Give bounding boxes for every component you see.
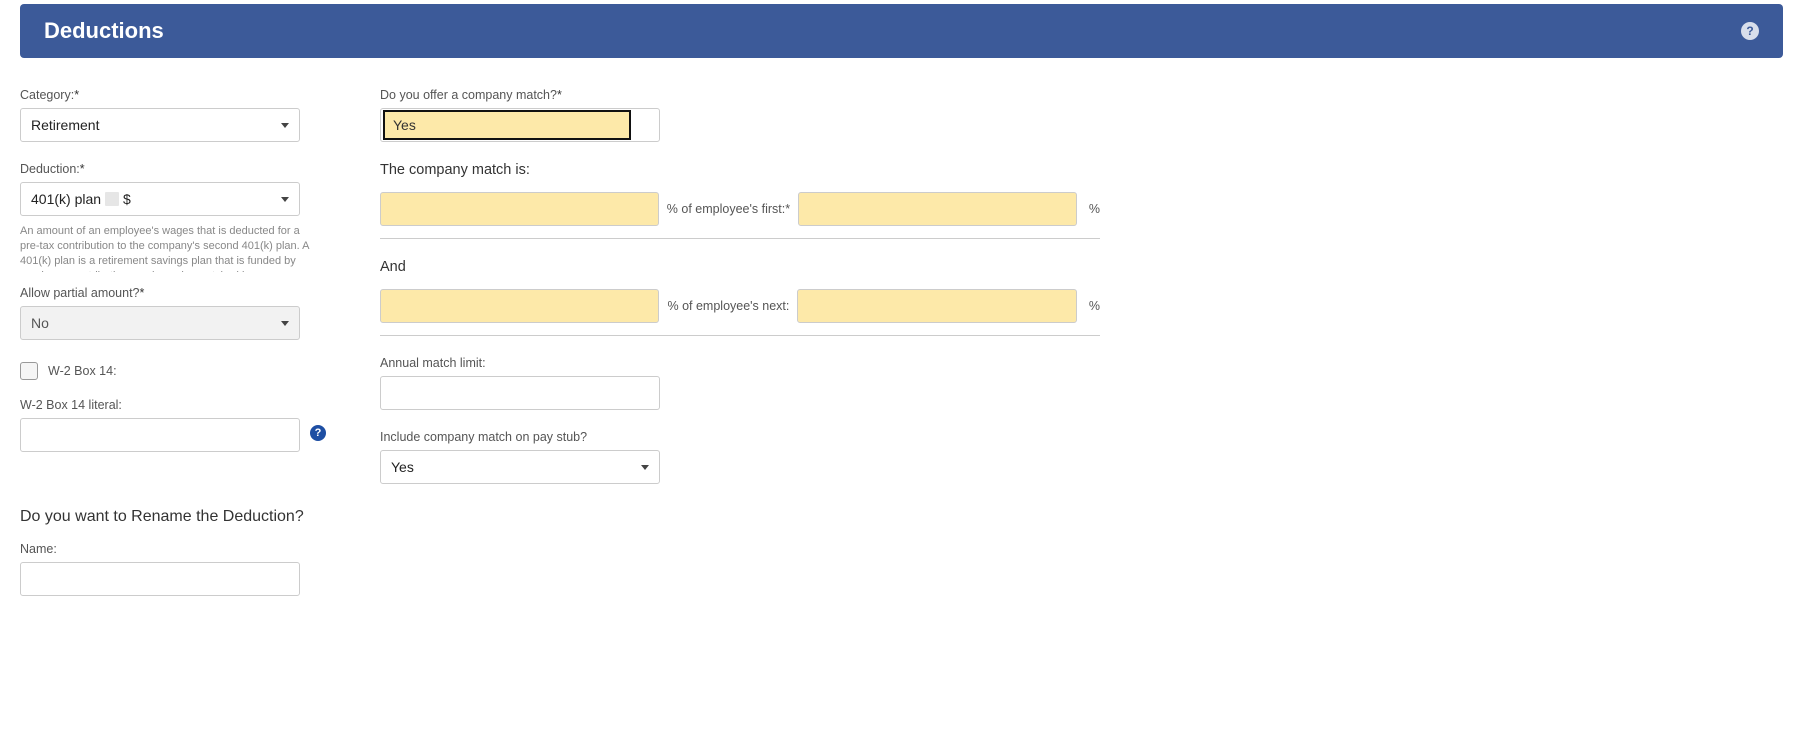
w2-box14-checkbox-label: W-2 Box 14:	[48, 364, 117, 378]
include-paystub-value: Yes	[391, 459, 414, 475]
chevron-down-icon	[641, 465, 649, 470]
and-label: And	[380, 259, 1100, 275]
deduction-dropdown-value: 401(k) plan $	[31, 191, 131, 207]
match-is-label: The company match is:	[380, 162, 1100, 178]
allow-partial-value: No	[31, 315, 49, 331]
chevron-down-icon	[281, 123, 289, 128]
match-row-first: % of employee's first:* %	[380, 192, 1100, 239]
offer-match-label: Do you offer a company match?*	[380, 88, 1100, 102]
w2-box14-literal-input[interactable]	[20, 418, 300, 452]
category-dropdown[interactable]: Retirement	[20, 108, 300, 142]
name-label: Name:	[20, 542, 320, 556]
category-label: Category:*	[20, 88, 320, 102]
chevron-down-icon	[281, 197, 289, 202]
left-column: Category:* Retirement Deduction:* 401(k)…	[20, 88, 320, 596]
percent-label: %	[1089, 299, 1100, 313]
allow-partial-dropdown[interactable]: No	[20, 306, 300, 340]
placeholder-chip	[105, 192, 119, 206]
help-icon[interactable]: ?	[310, 425, 326, 441]
allow-partial-label: Allow partial amount?*	[20, 286, 320, 300]
offer-match-dropdown[interactable]: Yes	[380, 108, 660, 142]
page-title: Deductions	[44, 18, 164, 44]
w2-box14-literal-label: W-2 Box 14 literal:	[20, 398, 320, 412]
page-header: Deductions ?	[20, 4, 1783, 58]
rename-input[interactable]	[20, 562, 300, 596]
help-icon[interactable]: ?	[1741, 22, 1759, 40]
offer-match-value: Yes	[393, 117, 416, 133]
rename-heading: Do you want to Rename the Deduction?	[20, 508, 320, 526]
annual-limit-label: Annual match limit:	[380, 356, 1100, 370]
category-dropdown-value: Retirement	[31, 117, 99, 133]
match-percent-first-input[interactable]	[380, 192, 659, 226]
include-paystub-label: Include company match on pay stub?	[380, 430, 1100, 444]
deduction-dropdown[interactable]: 401(k) plan $	[20, 182, 300, 216]
match-percent-next-input[interactable]	[380, 289, 659, 323]
emp-first-label: % of employee's first:	[667, 202, 785, 216]
emp-next-percent-input[interactable]	[797, 289, 1076, 323]
percent-label: %	[1089, 202, 1100, 216]
deduction-label: Deduction:*	[20, 162, 320, 176]
right-column: Do you offer a company match?* Yes The c…	[380, 88, 1100, 596]
chevron-down-icon	[281, 321, 289, 326]
content: Category:* Retirement Deduction:* 401(k)…	[0, 58, 1803, 616]
deduction-description[interactable]: An amount of an employee's wages that is…	[20, 224, 315, 272]
w2-box14-checkbox[interactable]	[20, 362, 38, 380]
annual-limit-input[interactable]	[380, 376, 660, 410]
match-row-next: % of employee's next: %	[380, 289, 1100, 336]
emp-next-label: % of employee's next:	[667, 299, 789, 313]
include-paystub-dropdown[interactable]: Yes	[380, 450, 660, 484]
emp-first-percent-input[interactable]	[798, 192, 1077, 226]
